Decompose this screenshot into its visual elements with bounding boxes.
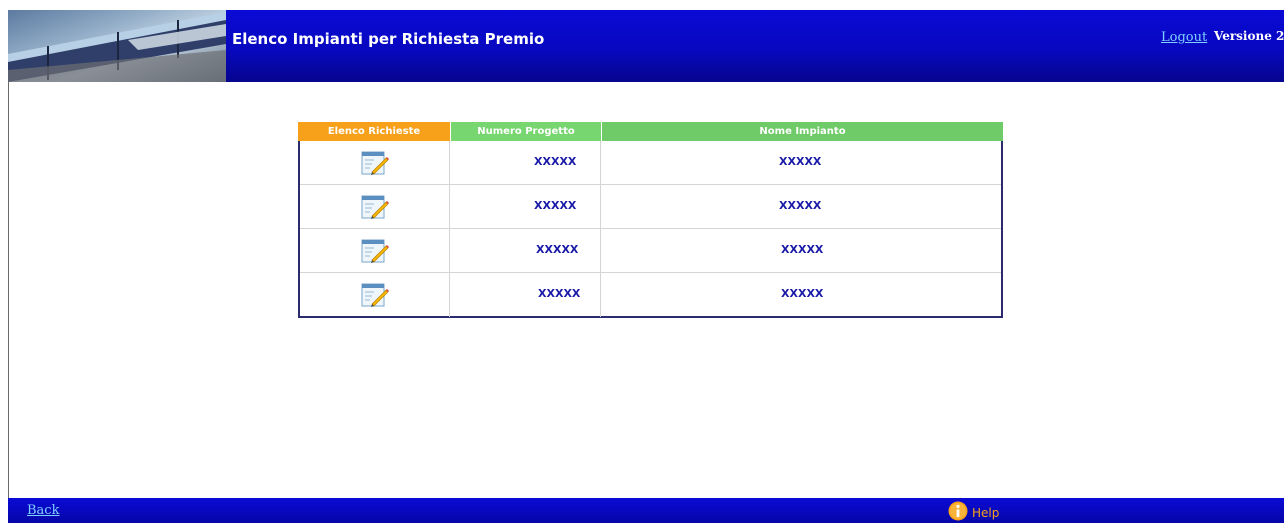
column-header-numero-progetto: Numero Progetto [450, 122, 601, 141]
table-header-row: Elenco Richieste Numero Progetto Nome Im… [298, 122, 1003, 141]
edit-request-icon[interactable] [361, 150, 389, 176]
page-header: Elenco Impianti per Richiesta Premio Log… [8, 10, 1284, 82]
numero-progetto-cell: XXXXX [450, 185, 601, 229]
request-cell [300, 229, 450, 273]
numero-progetto-value: XXXXX [538, 287, 581, 300]
logout-link[interactable]: Logout [1161, 30, 1207, 45]
edit-request-icon[interactable] [361, 238, 389, 264]
nome-impianto-cell: XXXXX [601, 141, 1001, 185]
nome-impianto-value: XXXXX [781, 287, 824, 300]
table-row: XXXXX XXXXX [300, 141, 1001, 185]
nome-impianto-cell: XXXXX [601, 185, 1001, 229]
left-border-line [8, 82, 9, 498]
nome-impianto-cell: XXXXX [601, 273, 1001, 317]
page-title: Elenco Impianti per Richiesta Premio [232, 30, 545, 48]
numero-progetto-cell: XXXXX [450, 229, 601, 273]
version-label: Versione 2.0 [1214, 29, 1284, 43]
table-row: XXXXX XXXXX [300, 185, 1001, 229]
page-footer: Back Help [8, 498, 1284, 523]
column-header-elenco-richieste: Elenco Richieste [298, 122, 450, 141]
nome-impianto-cell: XXXXX [601, 229, 1001, 273]
solar-panels-banner-image [8, 10, 226, 82]
nome-impianto-value: XXXXX [779, 199, 822, 212]
request-cell [300, 273, 450, 317]
page-frame: Elenco Impianti per Richiesta Premio Log… [8, 10, 1284, 523]
edit-request-icon[interactable] [361, 194, 389, 220]
numero-progetto-value: XXXXX [534, 155, 577, 168]
table-row: XXXXX XXXXX [300, 229, 1001, 273]
numero-progetto-cell: XXXXX [450, 141, 601, 185]
numero-progetto-cell: XXXXX [450, 273, 601, 317]
impianti-table: Elenco Richieste Numero Progetto Nome Im… [298, 122, 1003, 318]
request-cell [300, 185, 450, 229]
table-body: XXXXX XXXXX XXXXX XXXXX XXXXX XXXXX XXXX… [300, 141, 1001, 317]
edit-request-icon[interactable] [361, 282, 389, 308]
numero-progetto-value: XXXXX [536, 243, 579, 256]
back-link[interactable]: Back [27, 503, 59, 518]
nome-impianto-value: XXXXX [781, 243, 824, 256]
nome-impianto-value: XXXXX [779, 155, 822, 168]
table-row: XXXXX XXXXX [300, 273, 1001, 317]
info-icon[interactable] [948, 501, 968, 521]
numero-progetto-value: XXXXX [534, 199, 577, 212]
column-header-nome-impianto: Nome Impianto [601, 122, 1003, 141]
help-label[interactable]: Help [972, 506, 999, 520]
request-cell [300, 141, 450, 185]
